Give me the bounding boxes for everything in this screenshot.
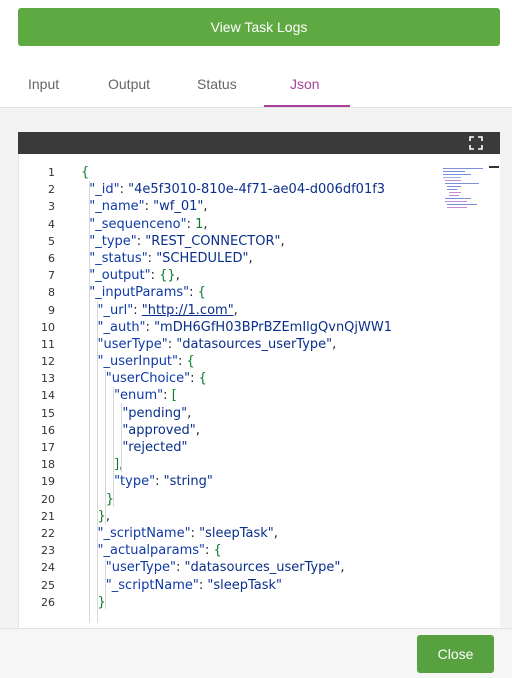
code-line: "approved",: [122, 422, 200, 438]
line-number: 5: [48, 234, 55, 248]
code-area[interactable]: { "_id": "4e5f3010-810e-4f71-ae04-d006df…: [81, 164, 429, 611]
line-number: 11: [41, 337, 55, 351]
line-number: 19: [41, 475, 55, 489]
line-number: 24: [41, 561, 55, 575]
code-line: "rejected": [122, 440, 188, 455]
close-button[interactable]: Close: [417, 635, 494, 673]
code-line: "userType": "datasources_userType",: [97, 336, 337, 352]
tab-json[interactable]: Json: [290, 76, 320, 92]
line-number: 9: [48, 303, 55, 317]
code-line: "userType": "datasources_userType",: [105, 560, 345, 576]
code-line: "_scriptName": "sleepTask": [105, 577, 283, 593]
code-line: "userChoice": {: [105, 371, 207, 387]
line-number: 14: [41, 389, 55, 403]
line-number: 16: [41, 423, 55, 437]
tab-bar: Input Output Status Json: [0, 62, 512, 108]
code-line: "_type": "REST_CONNECTOR",: [89, 233, 285, 249]
code-line: "pending",: [122, 405, 192, 421]
tab-status[interactable]: Status: [197, 76, 237, 92]
code-line: },: [97, 508, 110, 524]
code-line: {: [81, 165, 90, 180]
line-number: 2: [48, 183, 55, 197]
line-number: 1: [48, 166, 55, 179]
code-line: ],: [114, 457, 123, 473]
line-number: 15: [41, 406, 55, 420]
view-task-logs-button[interactable]: View Task Logs: [18, 8, 500, 46]
code-line: "_actualparams": {: [97, 543, 222, 559]
line-number: 23: [41, 544, 55, 558]
code-line: "_userInput": {: [97, 354, 195, 370]
scrollbar-thumb[interactable]: [489, 166, 499, 168]
code-line: "_sequenceno": 1,: [89, 216, 208, 232]
line-number: 17: [41, 441, 55, 454]
tab-output[interactable]: Output: [108, 76, 150, 92]
tab-input[interactable]: Input: [28, 76, 59, 92]
indent-guide: [121, 404, 122, 472]
editor-toolbar: [18, 132, 500, 154]
code-line: "_status": "SCHEDULED",: [89, 250, 253, 266]
code-line: }: [97, 594, 106, 610]
code-line: "_name": "wf_01",: [89, 199, 208, 215]
line-number: 10: [41, 320, 55, 334]
json-editor[interactable]: 1 2 3 4 5 6 7 8 9 10 11 12 13 14 15 16 17 18 19 20 21 22 23 24 2…: [18, 154, 500, 628]
line-number: 22: [41, 526, 55, 540]
code-line: "_id": "4e5f3010-810e-4f71-ae04-d006df01…: [89, 182, 386, 198]
indent-guide: [113, 387, 114, 507]
line-number: 8: [48, 286, 55, 300]
line-number: 12: [41, 355, 55, 369]
code-line: "_scriptName": "sleepTask",: [97, 525, 278, 541]
code-line: "_inputParams": {: [89, 285, 206, 301]
line-number: 6: [48, 251, 55, 265]
line-number: 13: [41, 372, 55, 386]
code-line: "enum": [: [114, 388, 177, 404]
line-number: 25: [41, 578, 55, 592]
active-tab-indicator: [264, 105, 350, 107]
code-line: "_auth": "mDH6GfH03BPrBZEmIlgQvnQjWW1: [97, 319, 393, 335]
line-number: 3: [48, 200, 55, 214]
code-line: "_url": "http://1.com",: [97, 302, 238, 318]
code-line: "type": "string": [114, 474, 213, 490]
indent-guide: [105, 370, 106, 525]
indent-guide: [105, 559, 106, 609]
line-number-gutter: 1 2 3 4 5 6 7 8 9 10 11 12 13 14 15 16 17 18 19 20 21 22 23 24 2…: [19, 164, 69, 611]
line-number: 20: [41, 492, 55, 506]
code-line: }: [105, 491, 115, 507]
top-bar: View Task Logs: [0, 0, 512, 56]
expand-icon[interactable]: [468, 135, 484, 151]
code-line: "_output": {},: [89, 268, 180, 284]
line-number: 4: [48, 217, 55, 231]
line-number: 21: [41, 509, 55, 523]
indent-guide: [97, 301, 98, 623]
indent-guide: [89, 181, 90, 623]
line-number: 7: [48, 269, 55, 283]
line-number: 26: [41, 595, 55, 609]
minimap[interactable]: [429, 164, 495, 234]
line-number: 18: [41, 458, 55, 472]
